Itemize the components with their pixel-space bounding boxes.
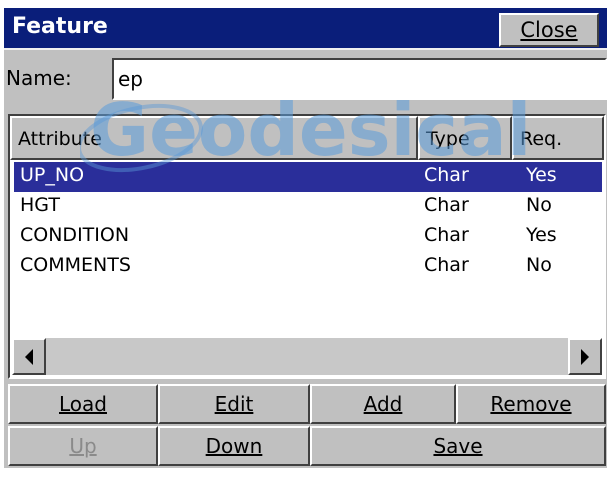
cell-req: Yes [526, 224, 557, 246]
cell-attribute: CONDITION [20, 224, 130, 246]
load-button[interactable]: Load [8, 384, 158, 424]
table-row[interactable]: HGT Char No [14, 192, 602, 222]
title-bar: Feature Close [4, 8, 607, 50]
up-button-label: Up [69, 434, 97, 458]
arrow-right-icon [581, 349, 589, 365]
add-button-label: Add [363, 392, 403, 416]
cell-attribute: COMMENTS [20, 254, 131, 276]
name-label: Name: [6, 66, 72, 90]
cell-req: No [526, 254, 552, 276]
cell-type: Char [424, 254, 469, 276]
up-button[interactable]: Up [8, 426, 158, 466]
cell-attribute: UP_NO [20, 164, 85, 186]
name-row: Name: ep [4, 52, 607, 108]
save-button[interactable]: Save [310, 426, 606, 466]
column-header-type[interactable]: Type [418, 116, 512, 160]
edit-button-label: Edit [214, 392, 254, 416]
add-button[interactable]: Add [310, 384, 456, 424]
save-button-label: Save [433, 434, 483, 458]
window-title: Feature [12, 14, 108, 39]
close-button-label: Close [520, 18, 578, 42]
cell-type: Char [424, 164, 469, 186]
down-button[interactable]: Down [158, 426, 310, 466]
cell-req: No [526, 194, 552, 216]
horizontal-scrollbar[interactable] [12, 338, 602, 375]
cell-type: Char [424, 194, 469, 216]
table-row[interactable]: UP_NO Char Yes [14, 162, 602, 192]
edit-button[interactable]: Edit [158, 384, 310, 424]
cell-req: Yes [526, 164, 557, 186]
down-button-label: Down [205, 434, 263, 458]
scroll-left-button[interactable] [12, 338, 46, 375]
close-button[interactable]: Close [499, 13, 599, 47]
cell-type: Char [424, 224, 469, 246]
scroll-right-button[interactable] [568, 338, 602, 375]
feature-window: Feature Close Name: ep Attribute Type Re… [4, 8, 607, 468]
arrow-left-icon [25, 349, 33, 365]
column-header-attribute[interactable]: Attribute [10, 116, 418, 160]
remove-button-label: Remove [490, 392, 572, 416]
attribute-list[interactable]: Attribute Type Req. UP_NO Char Yes HGT C… [8, 114, 606, 379]
remove-button[interactable]: Remove [456, 384, 606, 424]
table-row[interactable]: CONDITION Char Yes [14, 222, 602, 252]
load-button-label: Load [59, 392, 107, 416]
table-row[interactable]: COMMENTS Char No [14, 252, 602, 282]
column-header-req[interactable]: Req. [512, 116, 604, 160]
name-input[interactable]: ep [112, 58, 607, 100]
cell-attribute: HGT [20, 194, 60, 216]
